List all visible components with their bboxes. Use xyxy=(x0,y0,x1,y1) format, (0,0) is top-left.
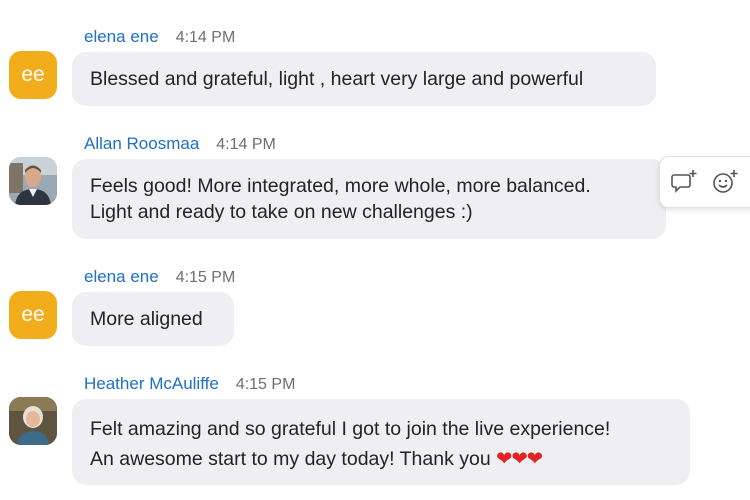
message-bubble[interactable]: Blessed and grateful, light , heart very… xyxy=(72,52,656,106)
message-text: More aligned xyxy=(90,308,203,330)
avatar-initials: ee xyxy=(21,303,45,326)
message-text: An awesome start to my day today! Thank … xyxy=(90,448,491,470)
user-photo-icon xyxy=(9,157,57,205)
message-text: Feels good! More integrated, more whole,… xyxy=(90,175,591,197)
message-bubble[interactable]: Feels good! More integrated, more whole,… xyxy=(72,159,666,239)
message-header: Heather McAuliffe 4:15 PM xyxy=(84,374,295,394)
message-header: elena ene 4:15 PM xyxy=(84,267,235,287)
avatar-initials: ee xyxy=(21,63,45,86)
user-photo-icon xyxy=(9,397,57,445)
reply-in-thread-icon xyxy=(671,170,697,193)
avatar[interactable] xyxy=(9,157,57,205)
timestamp: 4:14 PM xyxy=(216,136,276,153)
timestamp: 4:15 PM xyxy=(235,376,296,393)
message-bubble[interactable]: Felt amazing and so grateful I got to jo… xyxy=(72,399,690,485)
avatar[interactable]: ee xyxy=(9,291,57,339)
heart-emoji: ❤❤❤ xyxy=(496,448,543,470)
message-header: elena ene 4:14 PM xyxy=(84,27,235,47)
sender-name[interactable]: elena ene xyxy=(84,267,159,287)
avatar[interactable] xyxy=(9,397,57,445)
message-text: Light and ready to take on new challenge… xyxy=(90,201,473,223)
sender-name[interactable]: Allan Roosmaa xyxy=(84,134,199,154)
sender-name[interactable]: Heather McAuliffe xyxy=(84,374,219,394)
add-reaction-button[interactable] xyxy=(710,167,740,197)
message-text-line: An awesome start to my day today! Thank … xyxy=(90,444,672,474)
message-text: Felt amazing and so grateful I got to jo… xyxy=(90,418,611,440)
message-text: Blessed and grateful, light , heart very… xyxy=(90,68,584,90)
add-reaction-icon xyxy=(713,170,738,193)
message-header: Allan Roosmaa 4:14 PM xyxy=(84,134,276,154)
timestamp: 4:15 PM xyxy=(175,269,236,286)
message-hover-toolbar xyxy=(659,156,750,208)
reply-in-thread-button[interactable] xyxy=(669,167,699,197)
message-bubble[interactable]: More aligned xyxy=(72,292,234,346)
sender-name[interactable]: elena ene xyxy=(84,27,159,47)
avatar[interactable]: ee xyxy=(9,51,57,99)
timestamp: 4:14 PM xyxy=(175,29,236,46)
